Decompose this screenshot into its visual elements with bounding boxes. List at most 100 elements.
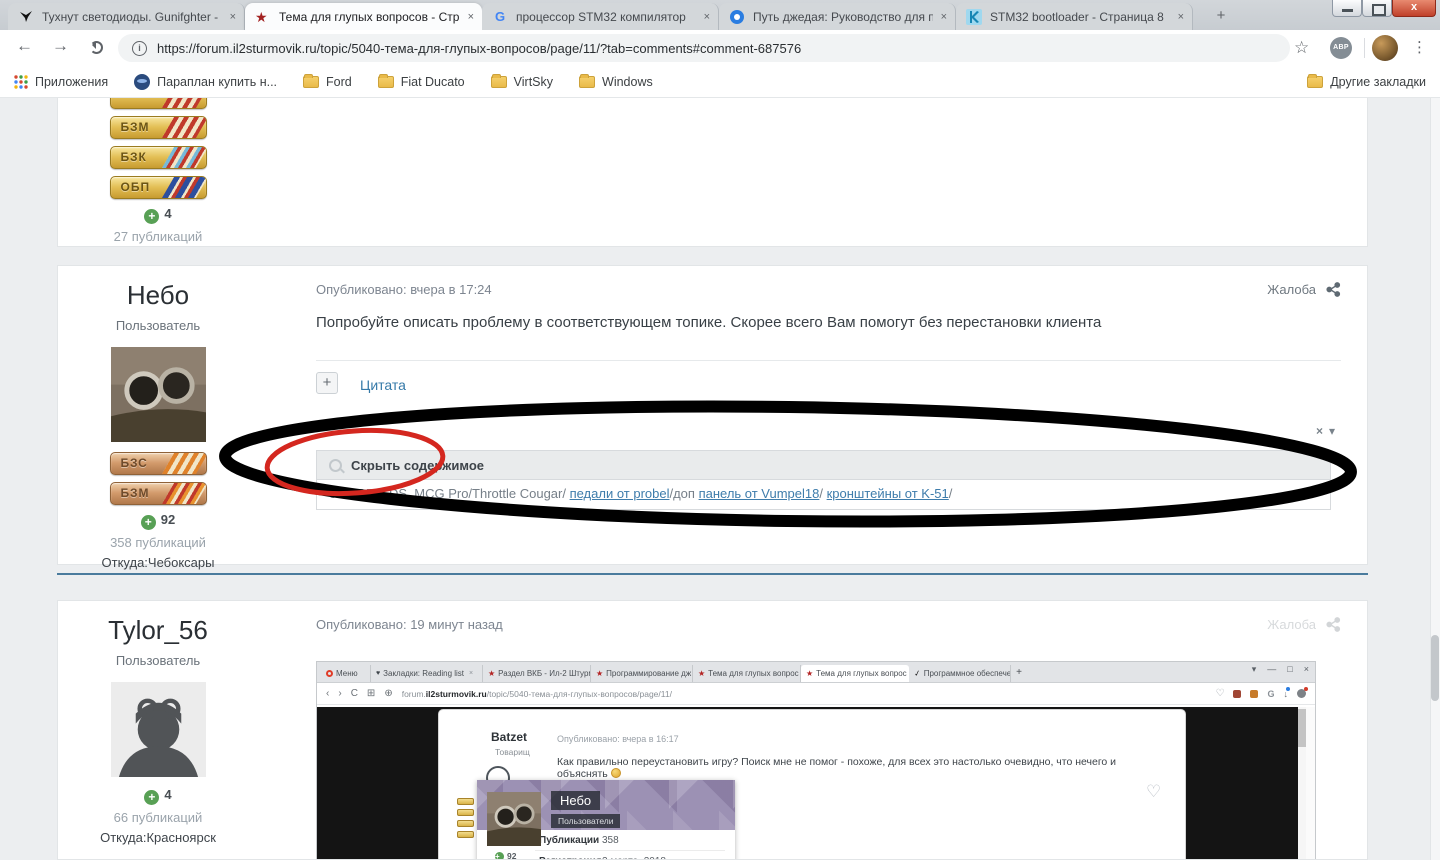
back-button[interactable]: ← bbox=[16, 36, 33, 56]
browser-tab-3[interactable]: G процессор STM32 компилятор × bbox=[482, 3, 719, 30]
share-icon[interactable] bbox=[1326, 282, 1341, 297]
publications-count: 27 публикаций bbox=[113, 229, 203, 244]
tab-close-icon[interactable]: × bbox=[230, 11, 236, 23]
screenshot-username: Batzet bbox=[491, 730, 528, 744]
bookmark-item[interactable]: Параплан купить н... bbox=[134, 73, 277, 90]
user-avatar[interactable] bbox=[110, 682, 206, 777]
url-text[interactable]: https://forum.il2sturmovik.ru/topic/5040… bbox=[157, 41, 801, 56]
tab-close-icon[interactable]: × bbox=[1178, 11, 1184, 23]
multiquote-button[interactable]: + bbox=[316, 372, 338, 394]
spoiler-toggle[interactable]: Скрыть содержимое bbox=[316, 450, 1331, 480]
smiley-icon bbox=[610, 768, 621, 778]
username-link[interactable]: Небо bbox=[58, 280, 258, 311]
screenshot-tab: ★Раздел ВКБ - Ил-2 Штурм× bbox=[483, 665, 591, 682]
reputation: +4 bbox=[58, 787, 258, 805]
reload-icon: C bbox=[350, 688, 358, 699]
tab-close-icon[interactable]: × bbox=[704, 11, 710, 23]
restore-button[interactable] bbox=[1362, 0, 1392, 17]
username-link[interactable]: Tylor_56 bbox=[58, 615, 258, 646]
tab-title: Тухнут светодиоды. Gunifghter - bbox=[42, 9, 219, 24]
maximize-icon: □ bbox=[1287, 664, 1293, 674]
screenshot-tab: ★Тема для глупых вопрос× bbox=[693, 665, 801, 682]
other-bookmarks[interactable]: Другие закладки bbox=[1307, 73, 1426, 89]
profile-card-divider bbox=[535, 850, 725, 851]
new-tab-icon: + bbox=[1016, 666, 1022, 678]
new-tab-button[interactable]: + bbox=[1207, 5, 1235, 27]
profile-card-name: Небо bbox=[551, 791, 601, 810]
profile-avatar[interactable] bbox=[1372, 35, 1398, 61]
publications-count: 66 публикаций bbox=[113, 810, 203, 825]
forum-bird-icon bbox=[18, 9, 34, 25]
plus-circle-icon: + bbox=[140, 515, 156, 530]
user-avatar[interactable] bbox=[110, 347, 206, 442]
screenshot-scroll-thumb bbox=[1298, 709, 1306, 747]
browser-tab-strip: Тухнут светодиоды. Gunifghter - × ★ Тема… bbox=[0, 0, 1440, 30]
profile-stat-label: Регистрация bbox=[539, 856, 602, 859]
browser-tab-1[interactable]: Тухнут светодиоды. Gunifghter - × bbox=[8, 3, 245, 30]
report-controls: Жалоба bbox=[1267, 282, 1341, 297]
browser-tab-4[interactable]: Путь джедая: Руководство для п × bbox=[719, 3, 956, 30]
screenshot-post-date: Опубликовано: вчера в 16:17 bbox=[557, 734, 679, 744]
grid-icon: ⊞ bbox=[366, 688, 376, 699]
user-role: Пользователь bbox=[115, 653, 201, 668]
tab-menu-icon: ▾ bbox=[1251, 664, 1257, 674]
bookmark-star-icon[interactable]: ☆ bbox=[1294, 38, 1309, 58]
bookmark-folder[interactable]: Ford bbox=[303, 73, 352, 89]
bookmark-folder[interactable]: Fiat Ducato bbox=[377, 73, 465, 89]
medal-badge: ОБП bbox=[109, 176, 207, 199]
screenshot-forum-content: Batzet Товарищ Опубликовано: вчера в 16:… bbox=[438, 709, 1186, 859]
hide-signature-icon[interactable]: × bbox=[1316, 424, 1323, 438]
tab-close-icon[interactable]: × bbox=[468, 11, 474, 23]
adblock-extension-icon[interactable]: ABP bbox=[1330, 37, 1352, 59]
user-location: Откуда:Чебоксары bbox=[101, 555, 215, 570]
red-star-icon: ★ bbox=[488, 669, 496, 678]
reload-button[interactable] bbox=[90, 41, 103, 54]
bookmark-folder[interactable]: Windows bbox=[579, 73, 653, 89]
tab-close-icon[interactable]: × bbox=[941, 11, 947, 23]
screenshot-tab-strip: Меню ♥ Закладки: Reading list × ★ Раздел ВК… bbox=[317, 662, 1315, 683]
post-date[interactable]: Опубликовано: 19 минут назад bbox=[316, 617, 503, 632]
signature-link[interactable]: педали от probel bbox=[570, 486, 670, 501]
signature-link[interactable]: панель от Vumpel18 bbox=[699, 486, 820, 501]
page-info-icon[interactable]: i bbox=[132, 40, 147, 56]
attached-screenshot[interactable]: Меню ♥ Закладки: Reading list × ★ Раздел ВК… bbox=[316, 661, 1316, 859]
profile-stat-label: Публикации bbox=[539, 835, 600, 846]
folder-icon bbox=[490, 73, 507, 88]
browser-menu-icon[interactable]: ⋮ bbox=[1412, 38, 1427, 56]
quote-link[interactable]: Цитата bbox=[360, 377, 406, 393]
report-link[interactable]: Жалоба bbox=[1267, 617, 1316, 632]
report-link[interactable]: Жалоба bbox=[1267, 282, 1316, 297]
page-scroll-thumb[interactable] bbox=[1431, 635, 1439, 701]
signature-link[interactable]: кронштейны от K-51 bbox=[827, 486, 949, 501]
screenshot-tab: ★Программирование дж× bbox=[591, 665, 693, 682]
tab-title: Путь джедая: Руководство для п bbox=[753, 9, 933, 24]
post-card-partial: БЗМ БЗК ОБП +4 27 публикаций bbox=[57, 98, 1368, 247]
forward-button[interactable]: → bbox=[52, 36, 69, 56]
signature-text: е i5/ BRD-DS_MCG Pro/Throttle Cougar/ пе… bbox=[316, 480, 1331, 510]
screenshot-right-edge bbox=[1306, 707, 1315, 859]
bookmark-folder[interactable]: VirtSky bbox=[490, 73, 553, 89]
tab-title: STM32 bootloader - Страница 8 bbox=[990, 9, 1164, 24]
medal-badge: БЗС bbox=[109, 452, 207, 475]
apps-label: Приложения bbox=[35, 74, 109, 89]
minimize-button[interactable] bbox=[1332, 0, 1362, 17]
medal-badge: БЗК bbox=[109, 146, 207, 169]
page-scrollbar[interactable] bbox=[1430, 98, 1440, 860]
publications-count: 358 публикаций bbox=[110, 535, 206, 550]
signature-menu-icon[interactable]: ▾ bbox=[1329, 424, 1335, 438]
browser-tab-5[interactable]: STM32 bootloader - Страница 8 × bbox=[956, 3, 1193, 30]
browser-tab-2-active[interactable]: ★ Тема для глупых вопросов - Стр × bbox=[245, 3, 482, 30]
folder-icon bbox=[377, 73, 394, 88]
mini-medal bbox=[457, 798, 474, 805]
forward-icon: › bbox=[338, 688, 342, 699]
close-button[interactable]: x bbox=[1392, 0, 1436, 17]
apps-grid-icon bbox=[14, 74, 28, 89]
user-location: Откуда:Красноярск bbox=[100, 830, 216, 845]
post-date[interactable]: Опубликовано: вчера в 17:24 bbox=[316, 282, 492, 297]
tab-close-icon: × bbox=[469, 670, 474, 677]
share-icon[interactable] bbox=[1326, 617, 1341, 632]
address-bar[interactable]: i https://forum.il2sturmovik.ru/topic/50… bbox=[118, 34, 1290, 62]
apps-shortcut[interactable]: Приложения bbox=[14, 75, 108, 89]
k-site-icon bbox=[966, 8, 982, 25]
post-body-pane: Опубликовано: 19 минут назад Жалоба Меню… bbox=[316, 601, 1341, 859]
